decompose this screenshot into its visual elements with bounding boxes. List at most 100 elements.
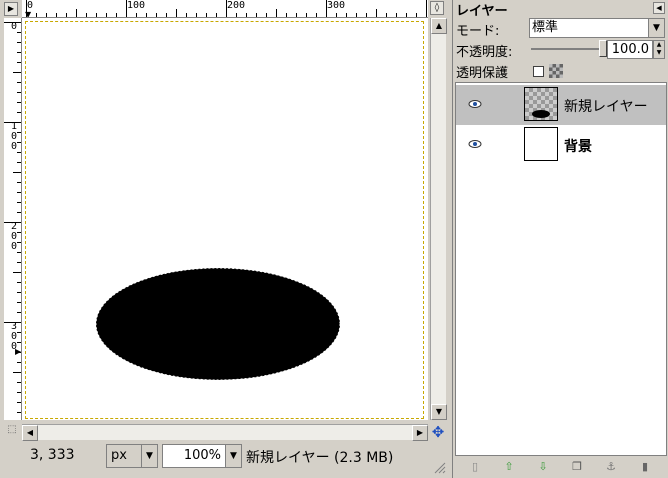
ruler-tick	[186, 13, 187, 17]
zoom-value: 100%	[183, 448, 221, 463]
ruler-tick	[46, 13, 47, 17]
chevron-down-icon: ▼	[225, 445, 241, 467]
ruler-tick	[13, 172, 21, 173]
ruler-tick	[17, 412, 21, 413]
ruler-tick	[17, 342, 21, 343]
layer-list[interactable]: 新規レイヤー 背景	[455, 82, 667, 456]
ruler-tick	[356, 13, 357, 17]
ruler-tick	[386, 13, 387, 17]
ruler-tick	[17, 42, 21, 43]
hruler-label-300: 300	[327, 0, 346, 11]
unit-value: px	[111, 448, 127, 463]
layer-thumbnail-ellipse	[532, 110, 550, 118]
lower-layer-icon[interactable]: ⇩	[535, 459, 551, 475]
ruler-tick	[406, 13, 407, 17]
scroll-left-button[interactable]: ◀	[22, 425, 38, 441]
ruler-tick	[396, 13, 397, 17]
vertical-ruler[interactable]: 0 100 200 300 ▶	[4, 18, 22, 420]
vruler-label-0: 0	[11, 21, 18, 32]
ruler-tick	[17, 112, 21, 113]
ruler-tick	[17, 32, 21, 33]
quick-mask-icon[interactable]: ⬚	[4, 424, 20, 440]
ruler-tick	[17, 302, 21, 303]
ruler-tick	[176, 9, 177, 17]
eye-icon[interactable]	[468, 99, 482, 109]
layer-name[interactable]: 新規レイヤー	[564, 96, 648, 116]
ruler-tick	[17, 392, 21, 393]
image-window: ▶ ◊ 0 100 200 300 ▼ 0 100 200 300 ▶ ▲ ▼ …	[0, 0, 450, 478]
hruler-label-200: 200	[227, 0, 246, 11]
ruler-tick	[206, 13, 207, 17]
layer-row[interactable]: 新規レイヤー	[456, 85, 666, 125]
ruler-tick	[36, 13, 37, 17]
ruler-tick	[376, 9, 377, 17]
ruler-tick	[416, 13, 417, 17]
ruler-tick	[17, 262, 21, 263]
ruler-tick	[17, 232, 21, 233]
ruler-tick	[17, 252, 21, 253]
anchor-icon[interactable]: ⚓	[603, 459, 619, 475]
navigate-icon[interactable]: ✥	[430, 424, 446, 440]
raise-layer-icon[interactable]: ⇧	[501, 459, 517, 475]
resize-grip-icon[interactable]	[432, 460, 446, 474]
ruler-tick	[126, 0, 127, 17]
opacity-slider[interactable]	[531, 48, 603, 50]
ruler-tick	[17, 102, 21, 103]
new-layer-icon[interactable]: ▯	[467, 459, 483, 475]
status-bar: 3, 333 px ▼ 100% ▼ 新規レイヤー (2.3 MB)	[0, 442, 450, 476]
layer-row[interactable]: 背景	[456, 125, 666, 165]
scroll-up-button[interactable]: ▲	[431, 18, 447, 34]
zoom-select[interactable]: 100% ▼	[162, 444, 242, 468]
mode-label: モード:	[456, 24, 500, 39]
mode-select[interactable]: 標準 ▼	[529, 18, 665, 38]
scroll-down-button[interactable]: ▼	[431, 404, 447, 420]
ruler-tick	[136, 13, 137, 17]
mode-value: 標準	[532, 20, 559, 35]
dialog-title: レイヤー	[456, 4, 508, 19]
layers-dialog: レイヤー ◀ モード: 標準 ▼ 不透明度: 100.0 ▲ ▼ 透明保護 新規レ…	[452, 0, 668, 478]
scroll-right-button[interactable]: ▶	[412, 425, 428, 441]
ruler-tick	[196, 13, 197, 17]
image-canvas[interactable]	[22, 18, 428, 420]
vruler-label-200: 200	[11, 221, 18, 252]
layer-name[interactable]: 背景	[564, 136, 592, 156]
ruler-tick	[17, 402, 21, 403]
vertical-scrollbar[interactable]: ▲ ▼	[430, 18, 447, 420]
layer-thumbnail	[524, 127, 558, 161]
pointer-coordinates: 3, 333	[30, 447, 75, 463]
ruler-tick	[4, 222, 21, 223]
layer-thumbnail	[524, 87, 558, 121]
ruler-tick	[296, 13, 297, 17]
ruler-tick	[86, 13, 87, 17]
ruler-tick	[246, 13, 247, 17]
opacity-slider-handle[interactable]	[599, 40, 607, 57]
dialog-menu-button[interactable]: ◀	[653, 2, 665, 14]
unit-select[interactable]: px ▼	[106, 444, 158, 468]
ruler-tick	[17, 292, 21, 293]
ruler-tick	[146, 13, 147, 17]
ruler-tick	[166, 13, 167, 17]
ruler-tick	[13, 72, 21, 73]
horizontal-ruler[interactable]: 0 100 200 300 ▼	[22, 0, 428, 18]
ruler-tick	[106, 13, 107, 17]
zoom-toggle-icon[interactable]: ◊	[430, 1, 444, 15]
ruler-tick	[17, 182, 21, 183]
ruler-tick	[256, 13, 257, 17]
ruler-tick	[13, 372, 21, 373]
opacity-input[interactable]: 100.0	[607, 40, 653, 59]
ruler-tick	[326, 0, 327, 17]
opacity-stepper[interactable]: ▲ ▼	[653, 40, 665, 59]
horizontal-scrollbar[interactable]: ◀ ▶	[22, 424, 428, 441]
ruler-tick	[17, 132, 21, 133]
lock-alpha-checkbox[interactable]	[533, 66, 544, 77]
trash-icon[interactable]: ▮	[637, 459, 653, 475]
ruler-tick	[17, 92, 21, 93]
duplicate-layer-icon[interactable]: ❐	[569, 459, 585, 475]
ruler-tick	[66, 13, 67, 17]
ruler-tick	[17, 82, 21, 83]
eye-icon[interactable]	[468, 139, 482, 149]
hruler-label-100: 100	[127, 0, 146, 11]
ruler-tick	[17, 162, 21, 163]
image-menu-button[interactable]: ▶	[4, 2, 18, 16]
ruler-tick	[286, 13, 287, 17]
